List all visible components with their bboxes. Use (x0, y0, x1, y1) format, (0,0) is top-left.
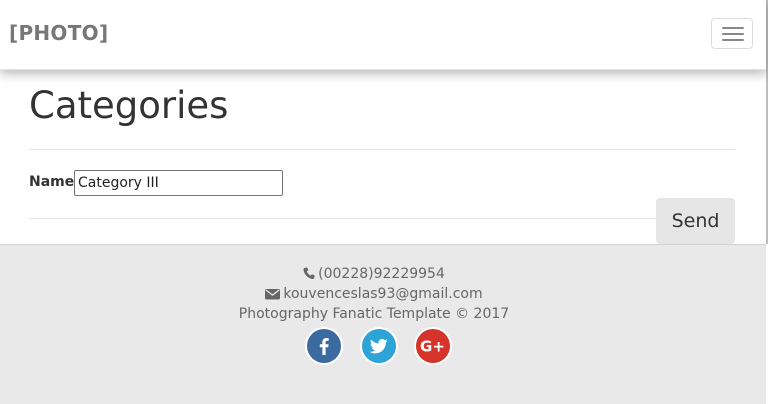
hamburger-menu-icon (722, 33, 744, 35)
hamburger-menu-icon (722, 27, 744, 29)
phone-number: (00228)92229954 (318, 266, 445, 282)
phone-icon (303, 267, 315, 284)
hamburger-menu-icon (722, 39, 744, 41)
send-button[interactable]: Send (656, 198, 735, 244)
menu-toggle-button[interactable] (711, 18, 753, 49)
footer-email: kouvenceslas93@gmail.com (0, 286, 748, 304)
footer-phone: (00228)92229954 (0, 266, 748, 284)
top-navbar: [PHOTO] (0, 0, 766, 70)
footer: (00228)92229954 kouvenceslas93@gmail.com… (0, 244, 766, 404)
svg-text:G+: G+ (420, 338, 445, 356)
google-plus-icon[interactable]: G+ (414, 327, 452, 365)
twitter-icon[interactable] (360, 327, 398, 365)
page-title: Categories (29, 84, 229, 127)
divider (29, 149, 735, 150)
brand-logo[interactable]: [PHOTO] (9, 21, 108, 45)
envelope-icon (265, 288, 281, 304)
name-label: Name (29, 174, 75, 190)
divider (29, 218, 735, 219)
facebook-icon[interactable] (305, 327, 343, 365)
copyright-text: Photography Fanatic Template © 2017 (238, 306, 510, 322)
name-input[interactable] (74, 170, 283, 196)
email-address: kouvenceslas93@gmail.com (283, 286, 483, 302)
